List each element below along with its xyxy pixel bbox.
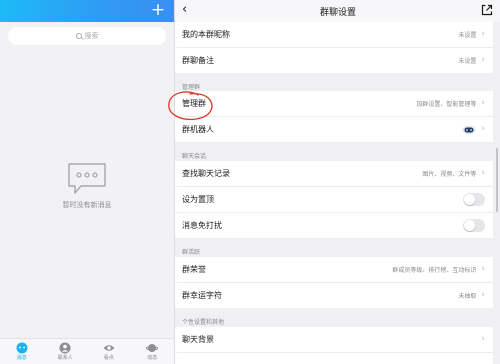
mute-toggle[interactable] [463,219,485,232]
row-do-not-disturb: 消息免打扰 [175,213,493,238]
chevron-right-icon: › [481,55,485,65]
annotation-circle [168,91,213,121]
tab-moments[interactable]: 动态 [137,339,167,364]
conversation-pane: + 搜索 暂时没有新消息 消息 联系人 看点 动态 [0,0,174,364]
row-pin-top: 设为置顶 [175,187,493,212]
row-lucky-char[interactable]: 群幸运字符 未抽取 › [175,283,493,308]
chevron-right-icon: › [481,334,485,344]
share-icon[interactable] [481,4,493,16]
row-manage-group[interactable]: 管理群 加群设置、智能管理等 › [175,91,493,116]
row-group-nickname[interactable]: 我的本群昵称 未设置 › [175,22,493,47]
chevron-right-icon: › [481,29,485,39]
tab-messages[interactable]: 消息 [7,339,37,364]
tab-contacts[interactable]: 联系人 [50,339,80,364]
search-placeholder: 搜索 [84,32,99,40]
chevron-right-icon: › [481,98,485,108]
eye-icon [103,345,115,351]
chevron-right-icon: › [481,290,485,300]
tab-contacts-label: 联系人 [57,355,73,361]
search-input[interactable]: 搜索 [8,27,166,45]
pin-toggle[interactable] [463,193,485,206]
search-icon [75,33,82,39]
message-icon [16,342,28,354]
tab-moments-label: 动态 [147,355,158,361]
group-settings-pane: ‹ 群聊设置 我的本群昵称 未设置 › 群聊备注 未设置 › 管理群 管理群 加… [174,0,500,364]
nav-bar: ‹ 群聊设置 [175,0,500,22]
row-group-remark[interactable]: 群聊备注 未设置 › [175,48,493,73]
top-bar: + [0,0,174,22]
row-chat-background[interactable]: 聊天背景 › [175,327,493,352]
row-group-robot[interactable]: 群机器人 › [175,117,493,142]
section-header-active: 群活跃 [182,249,201,256]
chevron-right-icon: › [481,264,485,274]
section-header-personal: 个性设置和其他 [182,319,225,326]
row-group-honor[interactable]: 群荣誉 群成员等级、排行榜、互动标识 › [175,257,493,282]
tab-watch[interactable]: 看点 [94,339,124,364]
scrollbar[interactable] [496,148,498,212]
tab-messages-label: 消息 [16,355,27,361]
chevron-right-icon: › [481,124,485,134]
row-search-history[interactable]: 查找聊天记录 图片、视频、文件等 › [175,161,493,186]
page-title: 群聊设置 [319,8,356,18]
tab-watch-label: 看点 [103,355,114,361]
row-partial-next [175,353,493,364]
section-header-chat: 聊天会话 [182,153,207,160]
robot-icon [462,125,476,134]
empty-chat-icon [68,163,106,194]
planet-icon [146,344,159,352]
plus-icon[interactable]: + [150,1,166,19]
chevron-right-icon: › [481,168,485,178]
bottom-tab-bar: 消息 联系人 看点 动态 [0,338,174,364]
empty-message: 暂时没有新消息 [62,201,112,209]
contacts-icon [59,342,71,354]
